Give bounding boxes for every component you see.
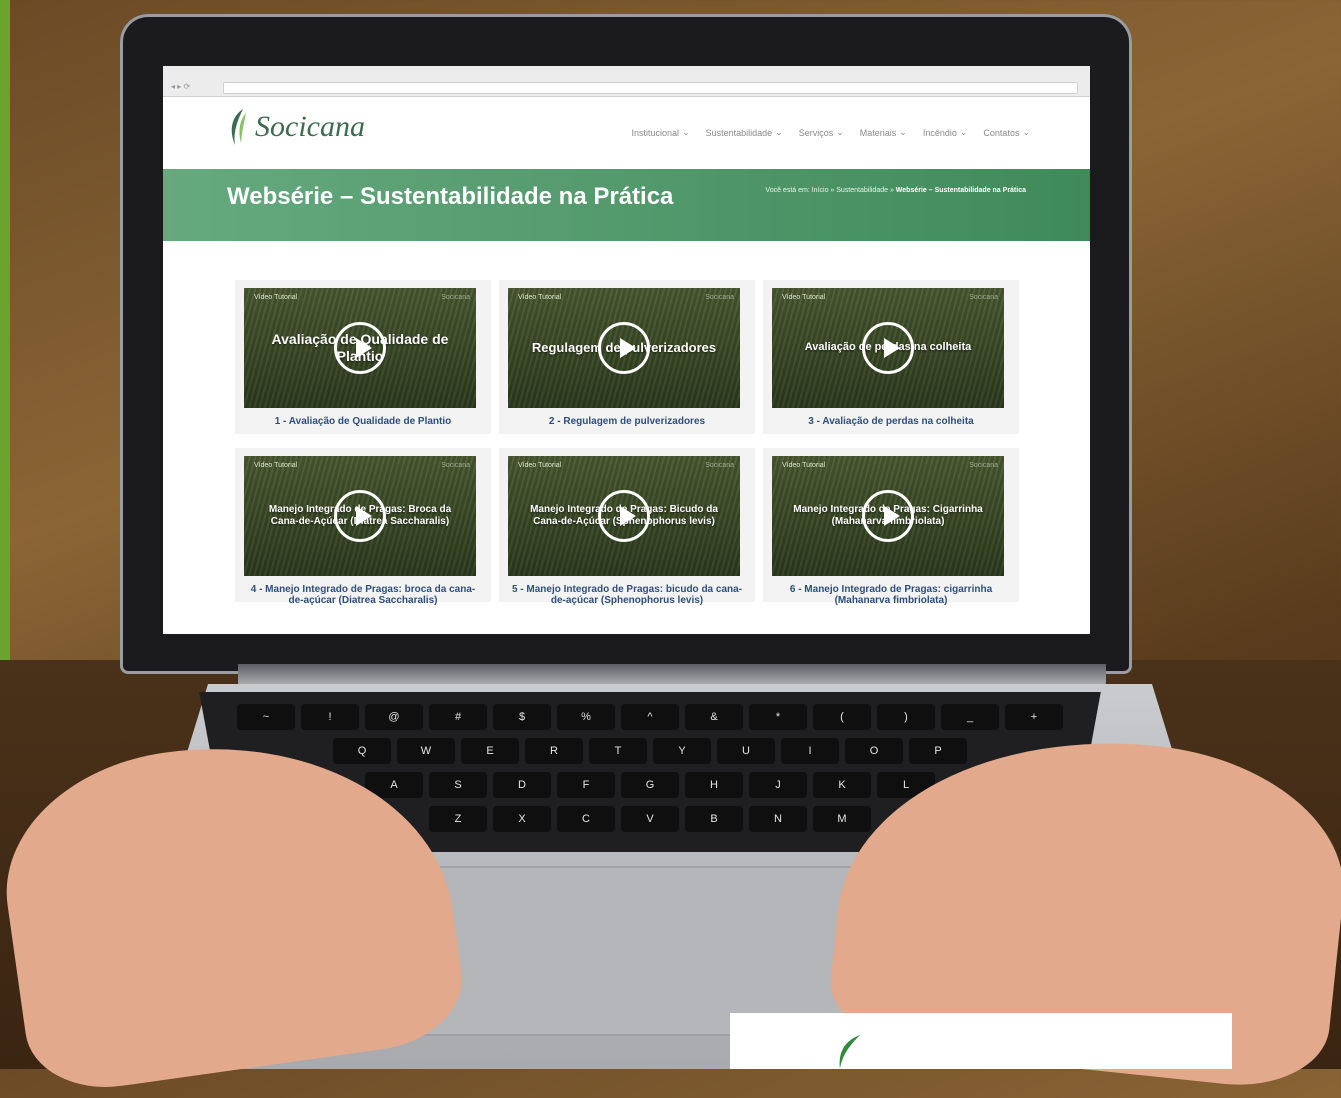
keyboard-key[interactable]: S [429, 772, 487, 798]
video-card[interactable]: Vídeo Tutorial Socicana Regulagem de pul… [499, 280, 755, 434]
keyboard-key[interactable]: I [781, 738, 839, 764]
menu-label: Contatos [983, 127, 1020, 138]
keyboard-key[interactable]: U [717, 738, 775, 764]
video-caption[interactable]: 3 - Avaliação de perdas na colheita [772, 416, 1010, 427]
breadcrumb: Você está em: Início » Sustentabilidade … [736, 185, 1026, 196]
keyboard-key[interactable]: P [909, 738, 967, 764]
keyboard-key[interactable]: $ [493, 704, 551, 730]
chevron-down-icon: ⌄ [682, 127, 690, 137]
video-card[interactable]: Vídeo Tutorial Socicana Manejo Integrado… [499, 448, 755, 606]
menu-label: Serviços [798, 127, 834, 138]
menu-item-institucional[interactable]: Institucional ⌄ [632, 127, 690, 138]
keyboard-key[interactable]: ( [813, 704, 871, 730]
keyboard-key[interactable]: ! [301, 704, 359, 730]
menu-label: Institucional [631, 127, 680, 138]
video-card[interactable]: Vídeo Tutorial Socicana Manejo Integrado… [763, 448, 1019, 606]
keyboard-key[interactable]: * [749, 704, 807, 730]
keyboard-key[interactable]: J [749, 772, 807, 798]
page-title: Websérie – Sustentabilidade na Prática [227, 183, 674, 210]
menu-item-sustentabilidade[interactable]: Sustentabilidade ⌄ [706, 127, 783, 138]
chevron-down-icon: ⌄ [1022, 127, 1030, 137]
keyboard-key[interactable]: ^ [621, 704, 679, 730]
chevron-down-icon: ⌄ [836, 127, 844, 137]
menu-label: Incêndio [922, 127, 957, 138]
play-icon[interactable] [334, 322, 386, 374]
breadcrumb-current: Websérie – Sustentabilidade na Prática [895, 187, 1026, 194]
video-caption[interactable]: 2 - Regulagem de pulverizadores [508, 416, 746, 427]
keyboard-key[interactable]: H [685, 772, 743, 798]
video-thumbnail[interactable]: Vídeo Tutorial Socicana Avaliação de per… [772, 288, 1004, 408]
laptop-screen: ◂ ▸ ⟳ Socicana Institucional ⌄ Sustentabi… [163, 66, 1090, 634]
leaf-logo-icon [839, 1035, 860, 1069]
keyboard-key[interactable]: B [685, 806, 743, 832]
video-card[interactable]: Vídeo Tutorial Socicana Avaliação de per… [763, 280, 1019, 434]
video-caption[interactable]: 5 - Manejo Integrado de Pragas: bicudo d… [508, 584, 746, 606]
browser-chrome: ◂ ▸ ⟳ [163, 66, 1090, 97]
menu-item-servicos[interactable]: Serviços ⌄ [799, 127, 844, 138]
keyboard-key[interactable]: F [557, 772, 615, 798]
keyboard-key[interactable]: C [557, 806, 615, 832]
keyboard-key[interactable]: E [461, 738, 519, 764]
menu-label: Materiais [859, 127, 897, 138]
play-icon[interactable] [598, 322, 650, 374]
chevron-down-icon: ⌄ [775, 127, 783, 137]
keyboard-key[interactable]: O [845, 738, 903, 764]
keyboard-key[interactable]: N [749, 806, 807, 832]
play-icon[interactable] [862, 490, 914, 542]
site-header: Socicana Institucional ⌄ Sustentabilidade… [163, 97, 1090, 169]
page-banner: Websérie – Sustentabilidade na Prática V… [163, 169, 1090, 241]
keyboard-key[interactable]: G [621, 772, 679, 798]
keyboard-row-numbers: ~! @ # $% ^ & *() _ + [199, 704, 1101, 730]
video-caption[interactable]: 6 - Manejo Integrado de Pragas: cigarrin… [772, 584, 1010, 606]
play-icon[interactable] [334, 490, 386, 542]
breadcrumb-trail[interactable]: Você está em: Início » Sustentabilidade … [765, 187, 895, 194]
keyboard-key[interactable]: + [1005, 704, 1063, 730]
logo-text: Socicana [255, 110, 365, 143]
keyboard-key[interactable]: D [493, 772, 551, 798]
menu-item-contatos[interactable]: Contatos ⌄ [983, 127, 1030, 138]
video-thumbnail[interactable]: Vídeo Tutorial Socicana Regulagem de pul… [508, 288, 740, 408]
video-grid: Vídeo Tutorial Socicana Avaliação de Qua… [235, 280, 1019, 606]
video-caption[interactable]: 1 - Avaliação de Qualidade de Plantio [244, 416, 482, 427]
keyboard-key[interactable]: _ [941, 704, 999, 730]
keyboard-key[interactable]: ~ [237, 704, 295, 730]
keyboard-key[interactable]: M [813, 806, 871, 832]
keyboard-key[interactable]: R [525, 738, 583, 764]
video-thumbnail[interactable]: Vídeo Tutorial Socicana Manejo Integrado… [244, 456, 476, 576]
keyboard-key[interactable]: Q [333, 738, 391, 764]
main-menu: Institucional ⌄ Sustentabilidade ⌄ Serviço… [632, 127, 1030, 138]
keyboard-key[interactable]: @ [365, 704, 423, 730]
keyboard-key[interactable]: T [589, 738, 647, 764]
keyboard-key[interactable]: V [621, 806, 679, 832]
keyboard-key[interactable]: W [397, 738, 455, 764]
video-card[interactable]: Vídeo Tutorial Socicana Manejo Integrado… [235, 448, 491, 606]
video-thumbnail[interactable]: Vídeo Tutorial Socicana Manejo Integrado… [508, 456, 740, 576]
site-logo[interactable]: Socicana [227, 107, 365, 147]
menu-item-materiais[interactable]: Materiais ⌄ [860, 127, 907, 138]
keyboard-key[interactable]: Z [429, 806, 487, 832]
keyboard-key[interactable]: % [557, 704, 615, 730]
keyboard-key[interactable]: # [429, 704, 487, 730]
menu-item-incendio[interactable]: Incêndio ⌄ [923, 127, 968, 138]
video-thumbnail[interactable]: Vídeo Tutorial Socicana Avaliação de Qua… [244, 288, 476, 408]
keyboard-key[interactable]: K [813, 772, 871, 798]
play-icon[interactable] [598, 490, 650, 542]
play-icon[interactable] [862, 322, 914, 374]
keyboard-key[interactable]: & [685, 704, 743, 730]
video-thumbnail[interactable]: Vídeo Tutorial Socicana Manejo Integrado… [772, 456, 1004, 576]
chevron-down-icon: ⌄ [899, 127, 907, 137]
keyboard-key[interactable]: Y [653, 738, 711, 764]
keyboard-key[interactable]: ) [877, 704, 935, 730]
back-forward-icon[interactable]: ◂ ▸ ⟳ [171, 82, 190, 91]
bottom-white-card [730, 1013, 1232, 1069]
video-card[interactable]: Vídeo Tutorial Socicana Avaliação de Qua… [235, 280, 491, 434]
menu-label: Sustentabilidade [705, 127, 773, 138]
address-bar[interactable] [223, 82, 1078, 94]
chevron-down-icon: ⌄ [959, 127, 968, 137]
leaf-logo-icon [231, 109, 246, 145]
video-caption[interactable]: 4 - Manejo Integrado de Pragas: broca da… [244, 584, 482, 606]
keyboard-key[interactable]: X [493, 806, 551, 832]
